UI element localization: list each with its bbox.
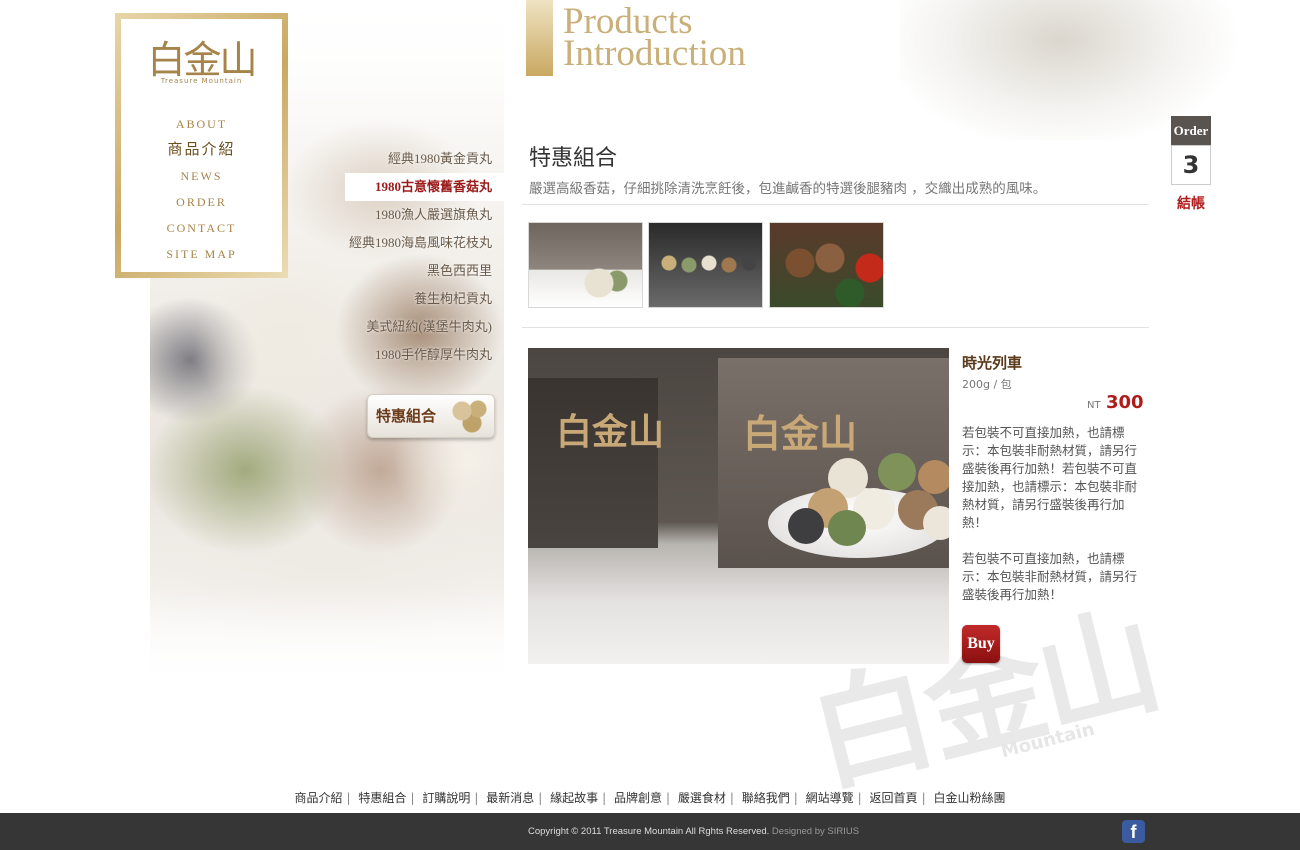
footer-separator: | <box>729 791 734 805</box>
footer-link[interactable]: 品牌創意 <box>614 791 662 805</box>
sub-nav-item[interactable]: 美式紐約(漢堡牛肉丸) <box>345 313 504 341</box>
divider <box>522 204 1149 205</box>
copyright: Copyright © 2011 Treasure Mountain All R… <box>528 826 859 837</box>
sub-nav-item[interactable]: 經典1980海島風味花枝丸 <box>345 229 504 257</box>
footer-separator: | <box>538 791 543 805</box>
footer-separator: | <box>474 791 479 805</box>
checkout-link[interactable]: 結帳 <box>1171 193 1211 213</box>
nav-about[interactable]: ABOUT <box>121 111 282 137</box>
meatball-thumb-icon <box>450 399 490 433</box>
photo-meatball <box>828 510 866 546</box>
section-description: 嚴選高級香菇，仔細挑除清洗烹飪後，包進鹹香的特選後腿豬肉 ，交織出成熟的風味。 <box>529 181 1047 197</box>
sub-nav-item[interactable]: 1980手作醇厚牛肉丸 <box>345 341 504 369</box>
sub-nav-item[interactable]: 黑色西西里 <box>345 257 504 285</box>
title-accent-bar <box>526 0 553 76</box>
copyright-text: Copyright © 2011 Treasure Mountain All R… <box>528 826 770 837</box>
footer-link[interactable]: 嚴選食材 <box>678 791 726 805</box>
footer-link[interactable]: 聯絡我們 <box>742 791 790 805</box>
photo-meatball <box>918 460 949 494</box>
product-thumbnail[interactable] <box>769 222 884 308</box>
photo-box-logo: 白金山 <box>743 411 858 456</box>
product-description-p2: 若包裝不可直接加熱，也請標示：本包裝非耐熱材質，請另行盛裝後再行加熱！ <box>962 551 1138 602</box>
product-description: 若包裝不可直接加熱，也請標示：本包裝非耐熱材質，請另行盛裝後再行加熱！若包裝不可… <box>962 424 1147 622</box>
nav-sitemap[interactable]: SITE MAP <box>121 241 282 267</box>
photo-box-logo: 白金山 <box>556 411 665 453</box>
logo-nav-box: 白金山 Treasure Mountain ABOUT 商品介紹 NEWS OR… <box>115 13 288 278</box>
nav-contact[interactable]: CONTACT <box>121 215 282 241</box>
footer-separator: | <box>921 791 926 805</box>
designer-credit[interactable]: Designed by SIRIUS <box>772 826 859 837</box>
price-currency: NT <box>1087 400 1101 411</box>
order-label: Order <box>1171 116 1211 145</box>
sub-nav-item[interactable]: 經典1980黃金貢丸 <box>345 145 504 173</box>
footer-separator: | <box>602 791 607 805</box>
footer-link[interactable]: 白金山粉絲團 <box>933 791 1005 805</box>
footer-link[interactable]: 特惠組合 <box>358 791 406 805</box>
brand-logo-sub: Treasure Mountain <box>160 77 243 85</box>
footer-link[interactable]: 緣起故事 <box>550 791 598 805</box>
product-thumbnail[interactable] <box>528 222 643 308</box>
nav-news[interactable]: NEWS <box>121 163 282 189</box>
brand-logo[interactable]: 白金山 <box>121 39 282 81</box>
product-price: 300 <box>1106 392 1144 413</box>
product-weight: 200g / 包 <box>962 378 1012 391</box>
product-main-photo: 白金山 白金山 <box>528 348 949 664</box>
product-name: 時光列車 <box>962 354 1023 372</box>
promo-combo-label: 特惠組合 <box>376 407 437 425</box>
order-widget: Order 3 結帳 <box>1171 116 1211 213</box>
sub-nav-item[interactable]: 養生枸杞貢丸 <box>345 285 504 313</box>
footer-separator: | <box>346 791 351 805</box>
facebook-icon[interactable]: f <box>1122 820 1145 843</box>
product-thumbnail[interactable] <box>648 222 763 308</box>
buy-button[interactable]: Buy <box>962 625 1000 663</box>
order-count[interactable]: 3 <box>1171 145 1211 185</box>
footer-separator: | <box>666 791 671 805</box>
promo-combo-button[interactable]: 特惠組合 <box>367 394 495 438</box>
nav-products[interactable]: 商品介紹 <box>121 137 282 163</box>
footer-separator: | <box>793 791 798 805</box>
footer-links: 商品介紹 | 特惠組合 | 訂購說明 | 最新消息 | 緣起故事 | 品牌創意 | 嚴選食材… <box>0 789 1300 806</box>
section-title: 特惠組合 <box>529 146 618 171</box>
footer-link[interactable]: 訂購說明 <box>422 791 470 805</box>
sub-nav-item-current[interactable]: 1980古意懷舊香菇丸 <box>345 173 504 201</box>
nav-order[interactable]: ORDER <box>121 189 282 215</box>
main-nav: ABOUT 商品介紹 NEWS ORDER CONTACT SITE MAP <box>121 111 282 267</box>
footer-link[interactable]: 最新消息 <box>486 791 534 805</box>
footer-separator: | <box>857 791 862 805</box>
footer-link[interactable]: 商品介紹 <box>295 791 343 805</box>
product-description-p1: 若包裝不可直接加熱，也請標示：本包裝非耐熱材質，請另行盛裝後再行加熱！若包裝不可… <box>962 425 1138 530</box>
page-title: Products Introduction <box>563 3 746 74</box>
photo-meatball <box>878 453 916 491</box>
logo-nav-inner: 白金山 Treasure Mountain ABOUT 商品介紹 NEWS OR… <box>121 19 282 272</box>
photo-meatball <box>923 506 949 540</box>
photo-meatball <box>788 508 824 544</box>
footer-separator: | <box>410 791 415 805</box>
footer-link[interactable]: 返回首頁 <box>870 791 918 805</box>
page-title-line2: Introduction <box>563 33 746 74</box>
header-decor-photo <box>900 0 1300 140</box>
divider <box>522 327 1149 328</box>
footer-link[interactable]: 網站導覽 <box>806 791 854 805</box>
sub-nav-item[interactable]: 1980漁人嚴選旗魚丸 <box>345 201 504 229</box>
product-sub-nav: 經典1980黃金貢丸 1980古意懷舊香菇丸 1980漁人嚴選旗魚丸 經典198… <box>345 145 504 369</box>
